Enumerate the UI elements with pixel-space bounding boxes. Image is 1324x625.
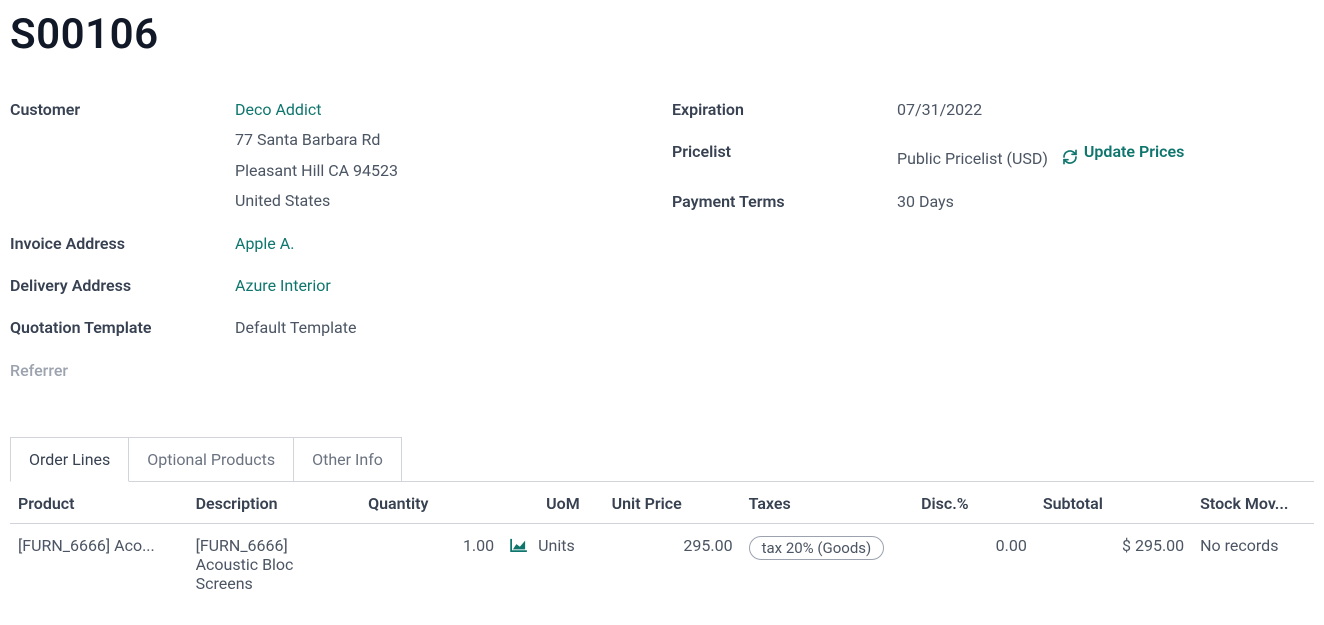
col-uom[interactable]: UoM (502, 482, 603, 524)
update-prices-label: Update Prices (1084, 137, 1184, 167)
tabs: Order Lines Optional Products Other Info (10, 437, 1314, 482)
invoice-address-label: Invoice Address (10, 229, 235, 259)
refresh-icon (1062, 145, 1078, 161)
tab-optional-products[interactable]: Optional Products (128, 437, 294, 482)
tax-pill[interactable]: tax 20% (Goods) (749, 536, 885, 560)
update-prices-button[interactable]: Update Prices (1062, 137, 1184, 167)
left-column: Customer Deco Addict 77 Santa Barbara Rd… (10, 89, 652, 392)
cell-taxes[interactable]: tax 20% (Goods) (741, 524, 914, 606)
pricelist-value-wrap: Public Pricelist (USD) Update Prices (897, 137, 1314, 175)
delivery-address-value[interactable]: Azure Interior (235, 271, 652, 301)
expiration-label: Expiration (672, 95, 897, 125)
expiration-value[interactable]: 07/31/2022 (897, 95, 1314, 125)
tab-other-info[interactable]: Other Info (293, 437, 402, 482)
pricelist-value[interactable]: Public Pricelist (USD) (897, 150, 1048, 169)
customer-address-line1: 77 Santa Barbara Rd (235, 125, 652, 155)
cell-subtotal: $ 295.00 (1035, 524, 1192, 606)
invoice-address-value[interactable]: Apple A. (235, 229, 652, 259)
cell-uom[interactable]: Units (502, 524, 603, 606)
quotation-template-label: Quotation Template (10, 313, 235, 343)
delivery-address-label: Delivery Address (10, 271, 235, 301)
customer-name-link[interactable]: Deco Addict (235, 95, 652, 125)
col-quantity[interactable]: Quantity (360, 482, 502, 524)
customer-address-line2: Pleasant Hill CA 94523 (235, 156, 652, 186)
payment-terms-label: Payment Terms (672, 187, 897, 217)
col-stock-mov[interactable]: Stock Mov... (1192, 482, 1314, 524)
page-title: S00106 (10, 10, 1314, 59)
col-unit-price[interactable]: Unit Price (604, 482, 741, 524)
table-row[interactable]: [FURN_6666] Aco... [FURN_6666] Acoustic … (10, 524, 1314, 606)
order-lines-table: Product Description Quantity UoM Unit Pr… (10, 482, 1314, 605)
col-product[interactable]: Product (10, 482, 188, 524)
cell-description[interactable]: [FURN_6666] Acoustic Bloc Screens (188, 524, 361, 606)
table-header-row: Product Description Quantity UoM Unit Pr… (10, 482, 1314, 524)
tab-order-lines[interactable]: Order Lines (10, 437, 129, 482)
pricelist-label: Pricelist (672, 137, 897, 167)
cell-uom-text: Units (538, 536, 575, 555)
referrer-label: Referrer (10, 356, 235, 386)
cell-stock: No records (1192, 524, 1314, 606)
cell-disc[interactable]: 0.00 (913, 524, 1035, 606)
cell-product[interactable]: [FURN_6666] Aco... (10, 524, 188, 606)
col-disc[interactable]: Disc.% (913, 482, 1035, 524)
customer-label: Customer (10, 95, 235, 125)
right-column: Expiration 07/31/2022 Pricelist Public P… (672, 89, 1314, 392)
cell-quantity[interactable]: 1.00 (360, 524, 502, 606)
customer-country: United States (235, 186, 652, 216)
cell-unit-price[interactable]: 295.00 (604, 524, 741, 606)
col-subtotal[interactable]: Subtotal (1035, 482, 1192, 524)
area-chart-icon[interactable] (510, 537, 528, 551)
customer-value[interactable]: Deco Addict 77 Santa Barbara Rd Pleasant… (235, 95, 652, 217)
payment-terms-value[interactable]: 30 Days (897, 187, 1314, 217)
col-description[interactable]: Description (188, 482, 361, 524)
quotation-template-value[interactable]: Default Template (235, 313, 652, 343)
col-taxes[interactable]: Taxes (741, 482, 914, 524)
